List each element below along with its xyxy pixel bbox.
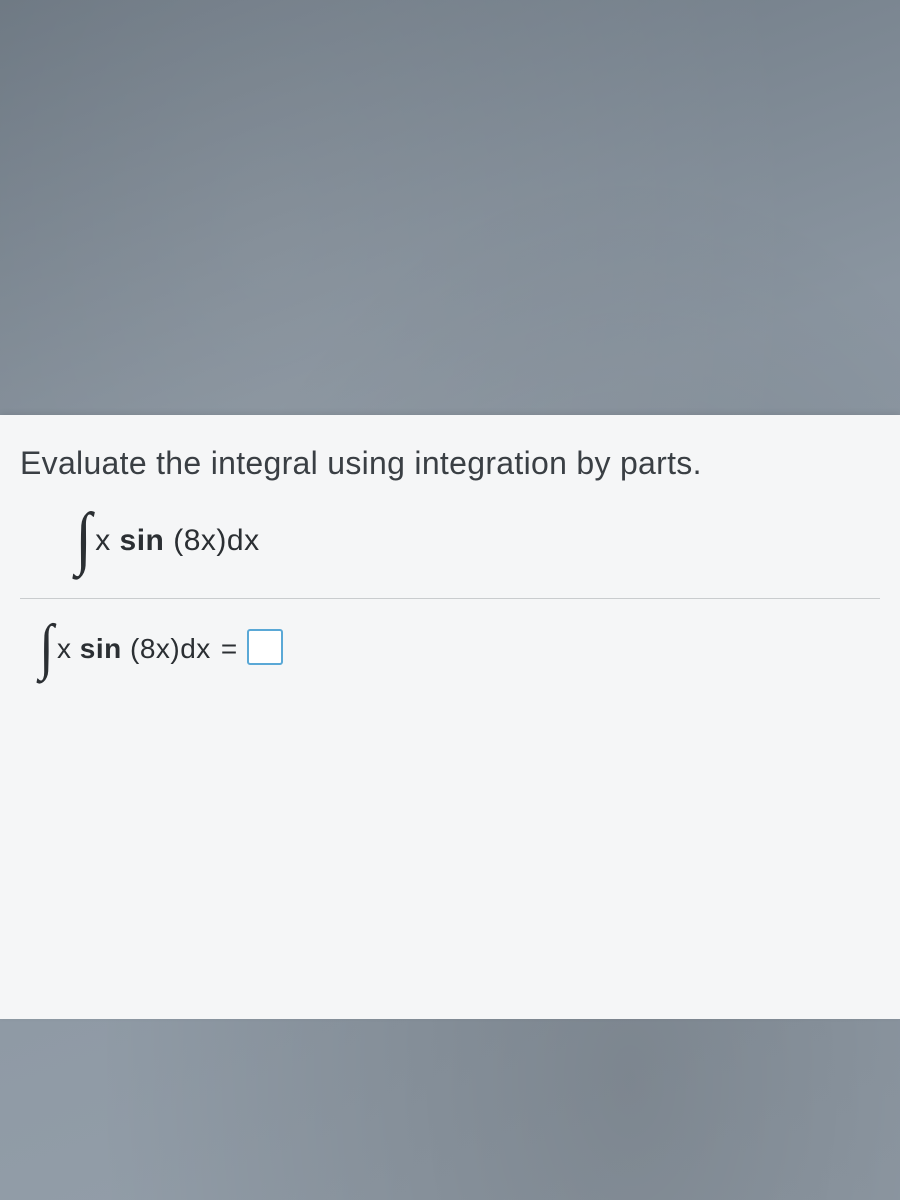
integrand-answer: x sin (8x)dx (57, 633, 211, 665)
equals-sign: = (221, 633, 237, 665)
integral-expression: ∫ x sin (8x)dx (74, 518, 880, 564)
answer-row: ∫ x sin (8x)dx = (38, 629, 880, 669)
problem-prompt: Evaluate the integral using integration … (20, 445, 880, 482)
integrand-prefix: x (95, 524, 119, 557)
integrand-func: sin (80, 633, 122, 664)
integral-sign-icon: ∫ (39, 627, 53, 667)
question-card: Evaluate the integral using integration … (0, 415, 900, 1019)
divider (20, 598, 880, 599)
integrand-suffix: (8x)dx (122, 633, 211, 664)
integrand: x sin (8x)dx (95, 524, 259, 558)
integrand-suffix: (8x)dx (164, 524, 259, 557)
integral-sign-icon: ∫ (75, 516, 91, 562)
answer-input-box[interactable] (247, 629, 283, 665)
integrand-func: sin (120, 524, 165, 557)
integrand-prefix: x (57, 633, 80, 664)
